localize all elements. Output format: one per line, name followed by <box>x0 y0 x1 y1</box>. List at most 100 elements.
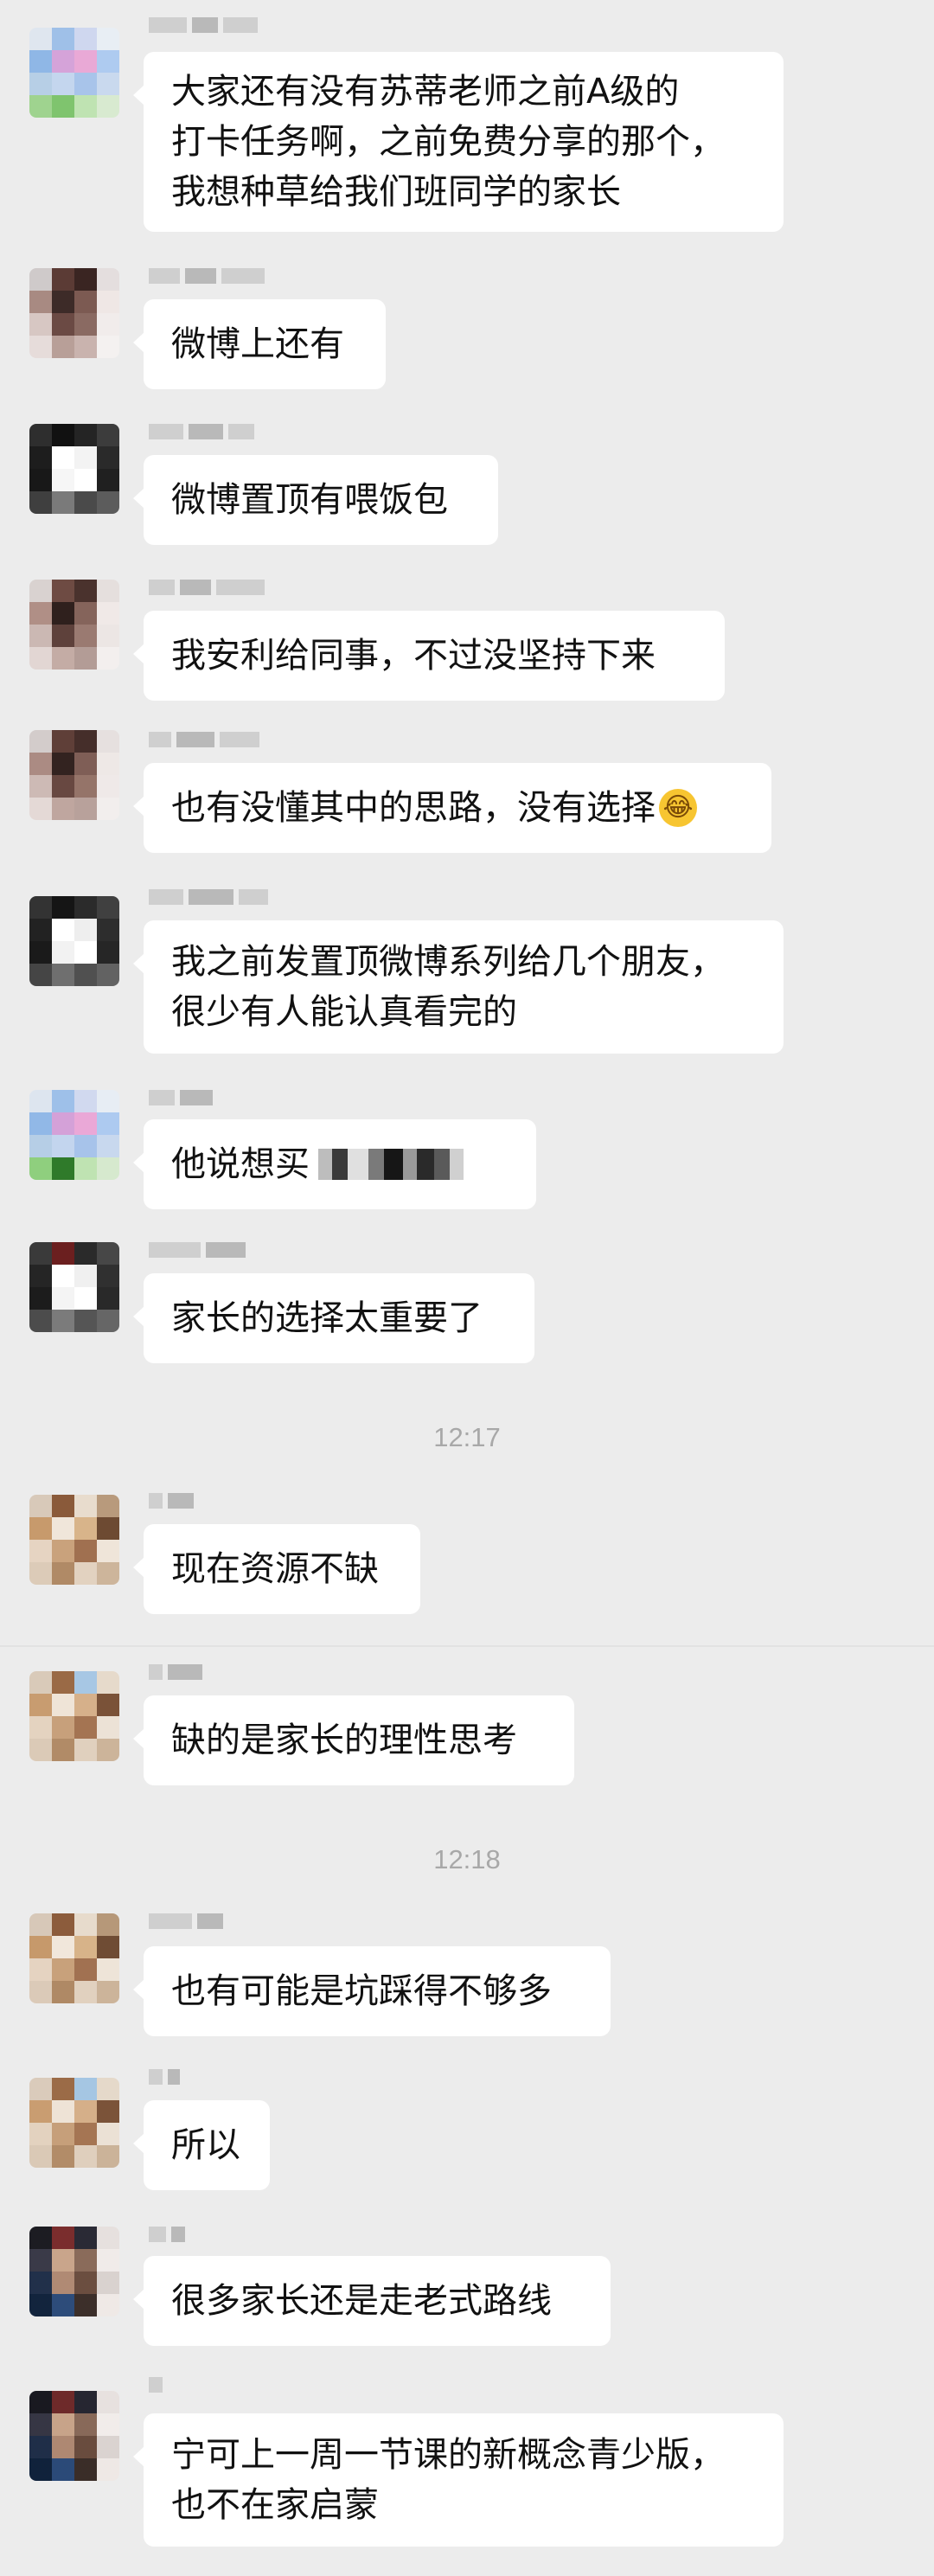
avatar-person-avatar-3[interactable] <box>29 730 119 820</box>
laughing-emoji-icon: 😂 <box>659 789 697 827</box>
message-bubble[interactable]: 我安利给同事，不过没坚持下来 <box>133 611 725 701</box>
avatar-pixel <box>74 2294 97 2316</box>
avatar-dark-frame-avatar-2[interactable] <box>29 896 119 986</box>
message-bubble[interactable]: 缺的是家长的理性思考 <box>133 1695 574 1785</box>
avatar-pixel <box>29 1981 52 2003</box>
timestamp: 12:18 <box>433 1844 501 1874</box>
sender-name-redacted <box>149 2374 163 2396</box>
avatar-pixel <box>29 1157 52 1180</box>
avatar-pixel <box>29 2123 52 2145</box>
avatar-pixel <box>74 2078 97 2100</box>
avatar-pixel <box>52 73 74 95</box>
avatar-pixel <box>97 95 119 118</box>
avatar-colorful-avatar-3[interactable] <box>29 1913 119 2003</box>
avatar-colorful-avatar[interactable] <box>29 1495 119 1585</box>
avatar-pixel <box>74 964 97 986</box>
message-text: 微博置顶有喂饭包 <box>171 480 448 520</box>
avatar-pixel <box>74 446 97 469</box>
message-bubble[interactable]: 所以 <box>133 2100 270 2190</box>
avatar-pixel <box>52 775 74 798</box>
avatar-pixel <box>52 602 74 625</box>
avatar-pixel <box>29 268 52 291</box>
message-text: 宁可上一周一节课的新概念青少版， 也不在家启蒙 <box>171 2435 725 2525</box>
message-bubble[interactable]: 他说想买 <box>133 1119 536 1209</box>
avatar-dark-frame-avatar-3[interactable] <box>29 1242 119 1332</box>
avatar-pixel <box>29 1495 52 1517</box>
avatar-pixel <box>52 2413 74 2436</box>
avatar-pixel <box>29 919 52 941</box>
avatar-pixel <box>52 2391 74 2413</box>
avatar-pixel <box>29 941 52 964</box>
avatar-pixel <box>52 941 74 964</box>
message-text: 家长的选择太重要了 <box>171 1298 483 1338</box>
message-bubble[interactable]: 家长的选择太重要了 <box>133 1273 534 1363</box>
avatar-pixel <box>97 1090 119 1112</box>
avatar-person-avatar-2[interactable] <box>29 580 119 670</box>
avatar-pixel <box>97 2145 119 2168</box>
avatar-pixel <box>74 1671 97 1694</box>
message-bubble[interactable]: 大家还有没有苏蒂老师之前A级的 打卡任务啊，之前免费分享的那个， 我想种草给我们… <box>133 52 784 232</box>
avatar-pixel <box>52 336 74 358</box>
avatar-pixel <box>97 1981 119 2003</box>
avatar-pixel <box>52 1112 74 1135</box>
avatar-pixel <box>52 313 74 336</box>
avatar-person-avatar[interactable] <box>29 268 119 358</box>
avatar-pixel <box>74 1157 97 1180</box>
avatar-dark-frame-avatar[interactable] <box>29 424 119 514</box>
message-bubble[interactable]: 宁可上一周一节课的新概念青少版， 也不在家启蒙 <box>133 2413 784 2547</box>
avatar-pixel <box>97 1562 119 1585</box>
message-bubble[interactable]: 我之前发置顶微博系列给几个朋友， 很少有人能认真看完的 <box>133 920 784 1054</box>
avatar-pixel <box>29 1694 52 1716</box>
avatar-pixel <box>97 2272 119 2294</box>
message-text: 很多家长还是走老式路线 <box>171 2281 552 2321</box>
avatar-pixel <box>74 798 97 820</box>
avatar-pixel <box>52 1913 74 1936</box>
avatar-pixel <box>74 313 97 336</box>
avatar-pixel <box>74 941 97 964</box>
avatar-pixel <box>52 647 74 670</box>
avatar-photo-avatar-2[interactable] <box>29 2391 119 2481</box>
avatar-pixel <box>97 1287 119 1310</box>
avatar-pixel <box>97 775 119 798</box>
avatar-pixel <box>97 491 119 514</box>
message-bubble[interactable]: 现在资源不缺 <box>133 1524 420 1614</box>
avatar-pixel <box>74 1495 97 1517</box>
avatar-pixel <box>97 580 119 602</box>
avatar-pixel <box>29 73 52 95</box>
avatar-pixel <box>97 28 119 50</box>
avatar-pixel <box>52 1739 74 1761</box>
avatar-pixel <box>52 1090 74 1112</box>
sender-name-redacted <box>149 14 258 36</box>
sender-name-redacted <box>149 1490 194 1512</box>
sender-name-redacted <box>149 420 254 443</box>
avatar-flower-avatar[interactable] <box>29 28 119 118</box>
sender-name-redacted <box>149 265 265 287</box>
avatar-pixel <box>29 964 52 986</box>
avatar-pixel <box>29 1265 52 1287</box>
avatar-pixel <box>97 469 119 491</box>
avatar-pixel <box>74 73 97 95</box>
message-bubble[interactable]: 微博置顶有喂饭包 <box>133 455 498 545</box>
avatar-pixel <box>97 1495 119 1517</box>
avatar-pixel <box>74 1958 97 1981</box>
avatar-pixel <box>29 1242 52 1265</box>
avatar-pixel <box>52 1981 74 2003</box>
message-bubble[interactable]: 微博上还有 <box>133 299 386 389</box>
avatar-colorful-avatar-2[interactable] <box>29 1671 119 1761</box>
avatar-pixel <box>52 1265 74 1287</box>
message-bubble[interactable]: 也有可能是坑踩得不够多 <box>133 1946 611 2036</box>
avatar-pixel <box>97 2436 119 2458</box>
avatar-pixel <box>29 1936 52 1958</box>
avatar-colorful-avatar-4[interactable] <box>29 2078 119 2168</box>
avatar-photo-avatar[interactable] <box>29 2227 119 2316</box>
avatar-pixel <box>52 2145 74 2168</box>
avatar-pixel <box>97 753 119 775</box>
avatar-pixel <box>29 2458 52 2481</box>
message-bubble[interactable]: 很多家长还是走老式路线 <box>133 2256 611 2346</box>
avatar-pixel <box>97 2078 119 2100</box>
message-bubble[interactable]: 也有没懂其中的思路，没有选择 😂 <box>133 763 771 853</box>
avatar-pixel <box>52 2227 74 2249</box>
avatar-flower-avatar-2[interactable] <box>29 1090 119 1180</box>
avatar-pixel <box>29 336 52 358</box>
avatar-pixel <box>52 291 74 313</box>
